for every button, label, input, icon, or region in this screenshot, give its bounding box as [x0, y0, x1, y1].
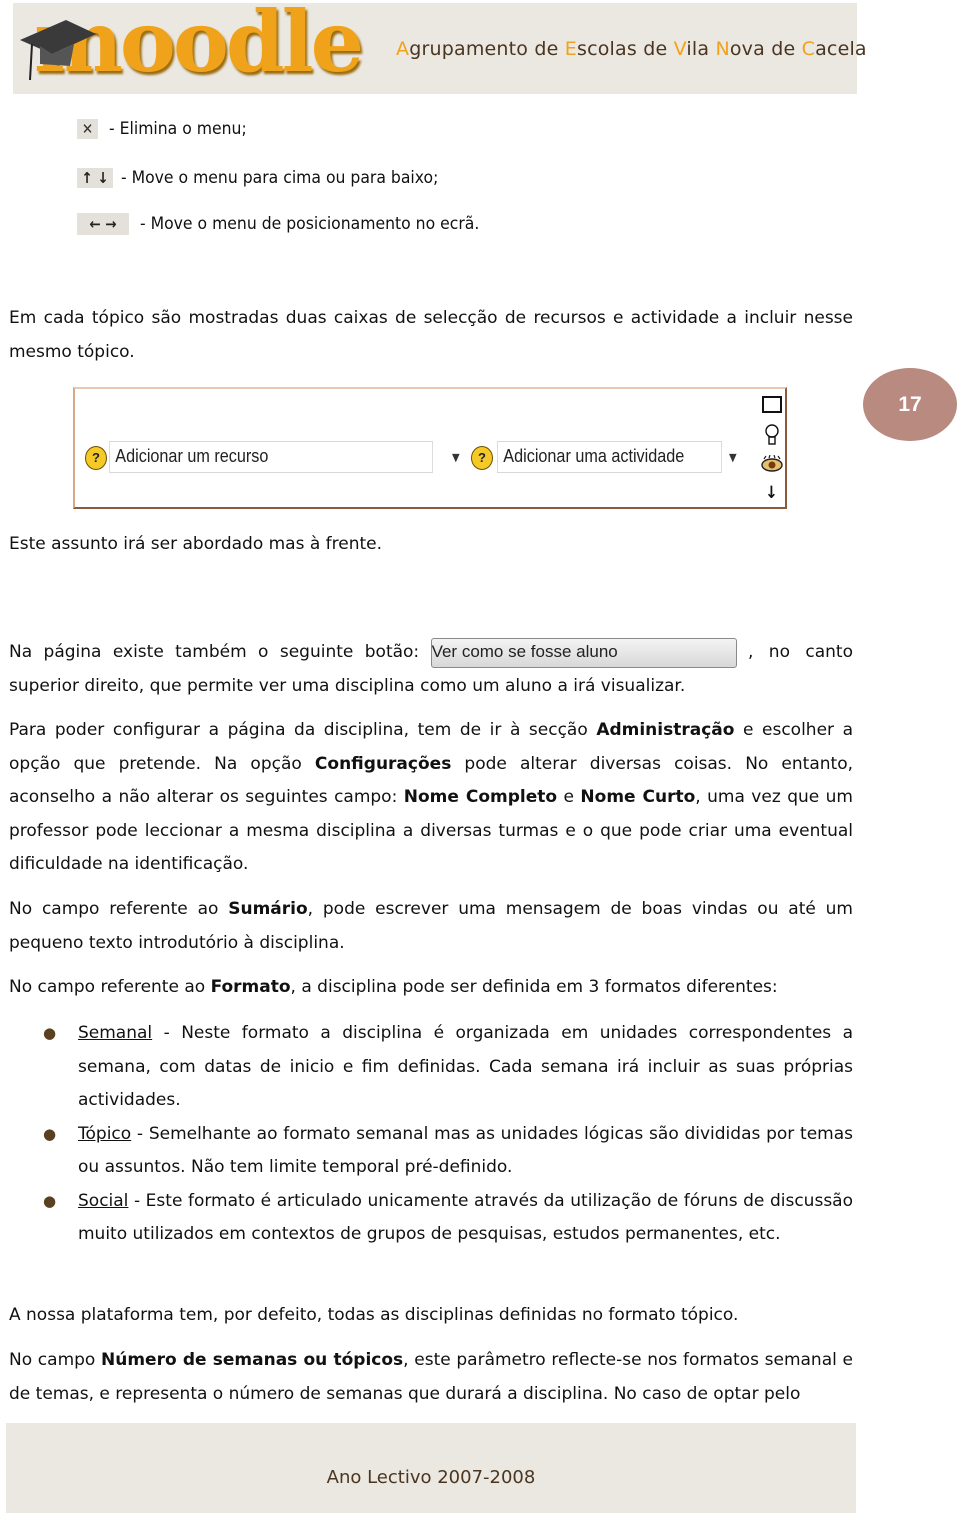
bullet-icon: ●	[43, 1024, 57, 1042]
icon-legend-close: ✕ - Elimina o menu;	[77, 118, 258, 139]
moodle-logo: moodle	[14, 0, 384, 90]
title-initial: V	[673, 38, 687, 60]
up-down-arrows-icon: ↑ ↓	[77, 167, 113, 188]
text: Para poder configurar a página da discip…	[9, 720, 597, 740]
add-activity-label: Adicionar uma actividade	[503, 446, 685, 466]
legend-text: - Move o menu de posicionamento no ecrã.	[139, 214, 479, 234]
title-text: scolas de	[576, 38, 674, 60]
format-name: Semanal	[78, 1023, 153, 1043]
paragraph-numero-semanas: No campo Número de semanas ou tópicos, e…	[9, 1344, 853, 1411]
help-icon[interactable]: ?	[85, 446, 107, 470]
text: , a disciplina pode ser definida em 3 fo…	[290, 977, 778, 997]
bold-formato: Formato	[210, 977, 291, 997]
help-icon[interactable]: ?	[471, 446, 493, 470]
lightbulb-icon[interactable]	[764, 423, 780, 447]
bold-nome-curto: Nome Curto	[580, 787, 696, 807]
topic-box-screenshot: ? Adicionar um recurso ▼ ? Adicionar uma…	[73, 387, 787, 509]
left-right-arrows-icon: ← →	[77, 213, 129, 235]
format-desc: - Este formato é articulado unicamente a…	[78, 1190, 853, 1245]
title-initial: C	[801, 38, 816, 60]
paragraph-formato: No campo referente ao Formato, a discipl…	[9, 971, 853, 1005]
title-text: acela	[815, 38, 867, 60]
add-activity-select[interactable]: Adicionar uma actividade	[497, 441, 722, 473]
eye-icon[interactable]	[760, 455, 784, 473]
bullet-icon: ●	[43, 1191, 57, 1210]
format-desc: - Semelhante ao formato semanal mas as u…	[78, 1123, 853, 1178]
paragraph-topics: Em cada tópico são mostradas duas caixas…	[9, 308, 853, 362]
title-initial: E	[564, 38, 577, 60]
format-desc: - Neste formato a disciplina é organizad…	[78, 1023, 853, 1110]
paragraph-view-as-student: Na página existe também o seguinte botão…	[9, 636, 853, 703]
view-as-student-button[interactable]: Ver como se fosse aluno	[430, 638, 737, 668]
list-item: ● Social - Este formato é articulado uni…	[40, 1185, 853, 1252]
page-number-badge: 17	[863, 368, 957, 441]
title-text: grupamento de	[409, 38, 565, 60]
bold-administracao: Administração	[596, 720, 735, 740]
bold-numero-semanas: Número de semanas ou tópicos	[101, 1350, 404, 1370]
graduation-cap-icon	[20, 20, 96, 81]
format-name: Tópico	[78, 1123, 132, 1144]
icon-legend-leftright: ← → - Move o menu de posicionamento no e…	[77, 213, 508, 235]
icon-legend-updown: ↑ ↓ - Move o menu para cima ou para baix…	[77, 167, 466, 188]
paragraph-admin: Para poder configurar a página da discip…	[9, 714, 853, 882]
legend-text: - Move o menu para cima ou para baixo;	[120, 167, 438, 188]
bold-sumario: Sumário	[228, 899, 308, 919]
arrow-down-icon[interactable]: ↓	[765, 483, 778, 503]
chevron-down-icon[interactable]: ▼	[729, 451, 737, 464]
text: e	[557, 787, 581, 807]
text: No campo referente ao	[9, 899, 229, 919]
text: No campo referente ao	[9, 977, 211, 997]
list-item: ● Tópico - Semelhante ao formato semanal…	[40, 1118, 853, 1185]
paragraph-default-format: A nossa plataforma tem, por defeito, tod…	[9, 1305, 739, 1325]
title-text: ova de	[729, 38, 802, 60]
title-initial: N	[715, 38, 730, 60]
text: Na página existe também o seguinte botão…	[9, 642, 420, 662]
text: No campo	[9, 1350, 102, 1370]
school-title: Agrupamento de Escolas de Vila Nova de C…	[396, 38, 867, 60]
bullet-icon: ●	[43, 1124, 57, 1143]
square-icon[interactable]	[761, 395, 783, 415]
add-resource-select[interactable]: Adicionar um recurso	[109, 441, 433, 473]
formats-list: ● Semanal - Neste formato a disciplina é…	[40, 1017, 853, 1252]
format-name: Social	[78, 1190, 129, 1211]
title-initial: A	[396, 38, 410, 60]
bold-configuracoes: Configurações	[314, 753, 452, 774]
footer-text: Ano Lectivo 2007-2008	[326, 1467, 536, 1488]
close-icon: ✕	[77, 118, 98, 139]
text: superior direito, que permite ver uma di…	[9, 675, 686, 696]
add-resource-label: Adicionar um recurso	[115, 446, 269, 466]
bold-nome-completo: Nome Completo	[403, 787, 558, 807]
paragraph-sumario: No campo referente ao Sumário, pode escr…	[9, 893, 853, 960]
legend-text: - Elimina o menu;	[108, 118, 247, 139]
page-footer: Ano Lectivo 2007-2008	[6, 1423, 856, 1513]
chevron-down-icon[interactable]: ▼	[452, 451, 460, 464]
paragraph-later: Este assunto irá ser abordado mas à fren…	[9, 534, 383, 554]
title-text: ila	[686, 38, 716, 60]
text: , no canto	[747, 642, 853, 662]
list-item: ● Semanal - Neste formato a disciplina é…	[40, 1017, 853, 1118]
